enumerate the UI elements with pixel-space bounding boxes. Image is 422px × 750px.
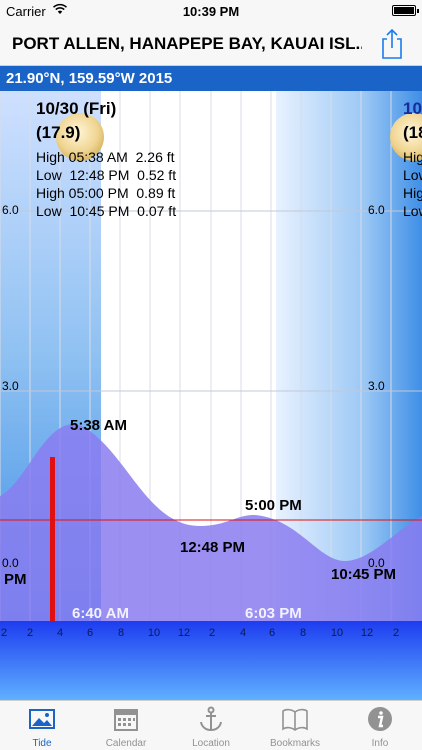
tab-label: Info [371, 738, 389, 749]
low-tide-label: 12:48 PM [180, 539, 246, 556]
hour-tick: 8 [299, 627, 307, 639]
sunrise-label: 6:40 AM [72, 605, 129, 622]
tide-entry: Low 12:48 PM 0.52 ft [36, 167, 177, 183]
hour-tick: 6 [86, 627, 94, 639]
next-tide-entry: Low [403, 167, 422, 183]
hour-tick: 10 [147, 627, 161, 639]
tab-tide[interactable]: Tide [0, 701, 84, 750]
high-tide-label: 5:00 PM [245, 497, 302, 514]
high-tide-label: 5:38 AM [70, 417, 127, 434]
hour-tick: 10 [330, 627, 344, 639]
y-axis-label-mid-right: 3.0 [368, 379, 385, 393]
hour-tick: 12 [360, 627, 374, 639]
tide-entry: High 05:00 PM 0.89 ft [36, 185, 176, 201]
photo-icon [29, 709, 55, 729]
tab-label: Tide [32, 738, 52, 749]
next-tide-entry: Hig [403, 185, 422, 201]
page-title: PORT ALLEN, HANAPEPE BAY, KAUAI ISL... [12, 34, 362, 53]
tab-info[interactable]: Info [338, 701, 422, 750]
y-axis-label-mid: 3.0 [2, 379, 19, 393]
next-tide-entry: Low [403, 203, 422, 219]
hour-tick: 2 [26, 627, 34, 639]
tab-location[interactable]: Location [169, 701, 253, 750]
y-axis-label-top-right: 6.0 [368, 203, 385, 217]
tide-chart[interactable]: 10/30 (Fri) (17.9) High 05:38 AM 2.26 ft… [0, 91, 422, 700]
status-bar: Carrier 10:39 PM [0, 0, 422, 22]
book-icon [282, 708, 308, 731]
tab-bar: Tide Calendar Location Bookmarks Info [0, 700, 422, 750]
next-tide-entry: Hig [403, 149, 422, 165]
info-icon [368, 707, 392, 731]
tab-bookmarks[interactable]: Bookmarks [253, 701, 337, 750]
calendar-icon [114, 709, 138, 731]
navigation-bar: PORT ALLEN, HANAPEPE BAY, KAUAI ISL... [0, 22, 422, 66]
moon-age: (17.9) [36, 123, 81, 142]
current-time-marker [50, 457, 55, 621]
y-axis-label-top: 6.0 [2, 203, 19, 217]
share-icon[interactable] [378, 28, 406, 60]
hour-tick: 12 [177, 627, 191, 639]
next-day-date: 10 [403, 99, 422, 118]
y-axis-label-bottom: 0.0 [2, 556, 19, 570]
hour-tick: 2 [0, 627, 8, 639]
tide-entry: High 05:38 AM 2.26 ft [36, 149, 175, 165]
clock: 10:39 PM [182, 4, 240, 19]
next-moon-age: (18 [403, 123, 422, 142]
battery-icon [392, 5, 419, 16]
hour-tick: 2 [208, 627, 216, 639]
tab-calendar[interactable]: Calendar [84, 701, 168, 750]
sunset-label: 6:03 PM [245, 605, 302, 622]
low-tide-label: 10:45 PM [331, 566, 397, 583]
hour-tick: 4 [56, 627, 64, 639]
hour-tick: 4 [239, 627, 247, 639]
previous-event-label: PM [4, 571, 27, 588]
hour-tick: 8 [117, 627, 125, 639]
hour-tick: 6 [268, 627, 276, 639]
tide-entry: Low 10:45 PM 0.07 ft [36, 203, 177, 219]
location-coordinates: 21.90°N, 159.59°W 2015 [0, 66, 422, 91]
day-date: 10/30 (Fri) [36, 99, 117, 118]
tab-label: Location [192, 738, 230, 749]
tab-label: Bookmarks [269, 738, 320, 749]
tab-label: Calendar [105, 738, 147, 749]
hour-tick: 2 [392, 627, 400, 639]
anchor-icon [200, 706, 222, 732]
